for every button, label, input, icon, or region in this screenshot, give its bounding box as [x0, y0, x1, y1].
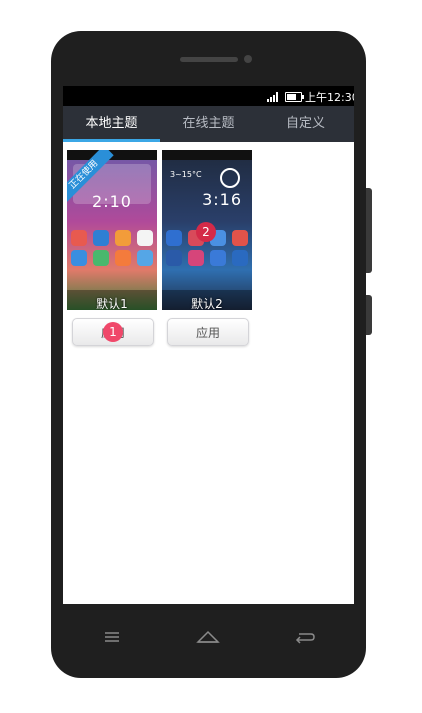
- weather-temp: 3~15°C: [170, 170, 202, 179]
- theme-card-default1[interactable]: 2:10 默认1 正在使用: [67, 150, 157, 310]
- signal-icon: [267, 92, 278, 102]
- app-icon: [166, 250, 182, 266]
- status-bar: 上午12:30: [63, 86, 354, 106]
- preview-clock: 3:16: [202, 190, 242, 209]
- menu-icon[interactable]: [99, 626, 125, 648]
- preview-clock: 2:10: [92, 192, 132, 211]
- front-camera: [244, 55, 252, 63]
- app-icon: [232, 230, 248, 246]
- app-icon: [93, 230, 109, 246]
- earpiece-speaker: [180, 57, 238, 62]
- step-marker-2: 2: [196, 222, 216, 242]
- app-icon: [115, 250, 131, 266]
- app-icon: [71, 250, 87, 266]
- nav-bar: [63, 604, 354, 676]
- sun-icon: [220, 168, 240, 188]
- tab-custom[interactable]: 自定义: [257, 106, 354, 142]
- app-icon: [137, 230, 153, 246]
- tab-local-themes[interactable]: 本地主题: [63, 106, 160, 142]
- apply-button-default2[interactable]: 应用: [167, 318, 249, 346]
- app-icon: [232, 250, 248, 266]
- app-icon: [93, 250, 109, 266]
- volume-button: [366, 188, 372, 273]
- app-icon: [71, 230, 87, 246]
- status-time: 上午12:30: [305, 91, 354, 104]
- home-icon[interactable]: [195, 626, 221, 648]
- back-icon[interactable]: [291, 626, 317, 648]
- app-icon: [210, 250, 226, 266]
- power-button: [366, 295, 372, 335]
- preview-app-grid: [71, 230, 153, 266]
- app-icon: [166, 230, 182, 246]
- theme-card-default2[interactable]: 3~15°C 3:16 默认2 2: [162, 150, 252, 310]
- tab-bar: 本地主题 在线主题 自定义: [63, 106, 354, 142]
- step-marker-1: 1: [103, 322, 123, 342]
- app-icon: [137, 250, 153, 266]
- app-icon: [115, 230, 131, 246]
- app-icon: [188, 250, 204, 266]
- theme-name: 默认1: [96, 297, 128, 310]
- tab-indicator: [63, 139, 160, 142]
- preview-status-bar: [162, 150, 252, 160]
- screen: 上午12:30 本地主题 在线主题 自定义 2:10 默认1 正在使用 3~15…: [63, 86, 354, 604]
- tab-online-themes[interactable]: 在线主题: [160, 106, 257, 142]
- theme-name: 默认2: [191, 297, 223, 310]
- battery-icon: [285, 92, 304, 102]
